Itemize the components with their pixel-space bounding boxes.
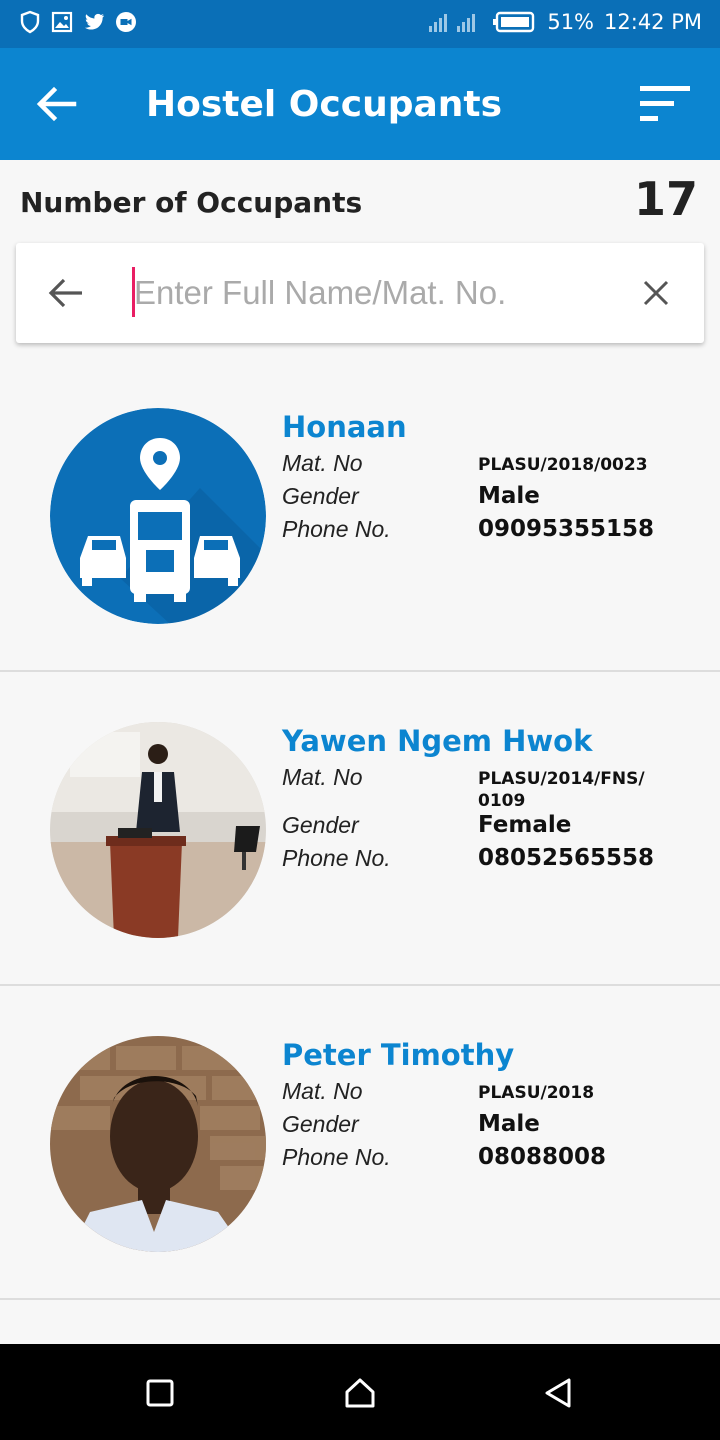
mat-no-label: Mat. No: [282, 764, 363, 790]
occupant-name: Peter Timothy: [282, 1038, 515, 1072]
battery-icon: [493, 11, 535, 33]
occupant-details: Peter Timothy Mat. No PLASU/2018 Gender Ma…: [282, 1038, 702, 1177]
mat-no-value: PLASU/2018/0023: [478, 455, 648, 475]
vehicles-location-icon: [50, 408, 266, 624]
occupant-count-label: Number of Occupants: [20, 186, 363, 219]
arrow-left-icon[interactable]: [34, 84, 78, 124]
search-input[interactable]: [134, 265, 614, 321]
notification-icons: [18, 10, 138, 34]
list-item[interactable]: Honaan Mat. No PLASU/2018/0023 Gender Male…: [0, 358, 720, 672]
list-item[interactable]: Yawen Ngem Hwok Mat. No PLASU/2014/FNS/ 0…: [0, 672, 720, 986]
app-bar: Hostel Occupants: [0, 48, 720, 160]
phone-label: Phone No.: [282, 516, 391, 542]
occupant-details: Yawen Ngem Hwok Mat. No PLASU/2014/FNS/ 0…: [282, 724, 702, 878]
sort-icon[interactable]: [640, 86, 690, 122]
home-icon[interactable]: [343, 1376, 377, 1410]
page-title: Hostel Occupants: [146, 84, 503, 125]
phone-value: 09095355158: [478, 516, 655, 542]
phone-value: 08088008: [478, 1144, 607, 1170]
clock: 12:42 PM: [604, 10, 702, 34]
status-bar: 51% 12:42 PM: [0, 0, 720, 48]
shield-icon: [20, 10, 40, 34]
system-navigation-bar: [0, 1344, 720, 1440]
gender-label: Gender: [282, 812, 359, 838]
video-icon: [116, 12, 136, 32]
occupant-name: Yawen Ngem Hwok: [282, 724, 593, 758]
list-item[interactable]: Peter Timothy Mat. No PLASU/2018 Gender Ma…: [0, 986, 720, 1300]
avatar: [50, 1036, 266, 1252]
gender-value: Female: [478, 812, 572, 838]
occupant-count-row: Number of Occupants 17: [0, 160, 720, 240]
gender-value: Male: [478, 1111, 540, 1137]
person-photo: [50, 722, 266, 938]
avatar: [50, 722, 266, 938]
mat-no-label: Mat. No: [282, 450, 363, 476]
phone-label: Phone No.: [282, 845, 391, 871]
phone-label: Phone No.: [282, 1144, 391, 1170]
avatar: [50, 408, 266, 624]
gender-label: Gender: [282, 1111, 359, 1137]
search-bar: [16, 243, 704, 343]
signal-icon: [429, 14, 476, 32]
gender-value: Male: [478, 483, 540, 509]
arrow-left-icon[interactable]: [46, 275, 86, 311]
system-status: 51% 12:42 PM: [427, 10, 702, 34]
occupant-list: Honaan Mat. No PLASU/2018/0023 Gender Male…: [0, 358, 720, 1300]
mat-no-value: PLASU/2018: [478, 1083, 595, 1103]
occupant-details: Honaan Mat. No PLASU/2018/0023 Gender Male…: [282, 410, 702, 549]
close-icon[interactable]: [642, 279, 670, 307]
battery-percent: 51%: [547, 10, 595, 34]
phone-value: 08052565558: [478, 845, 655, 871]
mat-no-value: PLASU/2014/FNS/ 0109: [478, 769, 645, 811]
occupant-name: Honaan: [282, 410, 407, 444]
image-icon: [51, 11, 73, 33]
person-photo: [50, 1036, 266, 1252]
back-nav-icon[interactable]: [541, 1376, 575, 1410]
recent-apps-icon[interactable]: [143, 1376, 177, 1410]
twitter-icon: [84, 13, 104, 30]
gender-label: Gender: [282, 483, 359, 509]
mat-no-label: Mat. No: [282, 1078, 363, 1104]
occupant-count-value: 17: [633, 172, 698, 226]
